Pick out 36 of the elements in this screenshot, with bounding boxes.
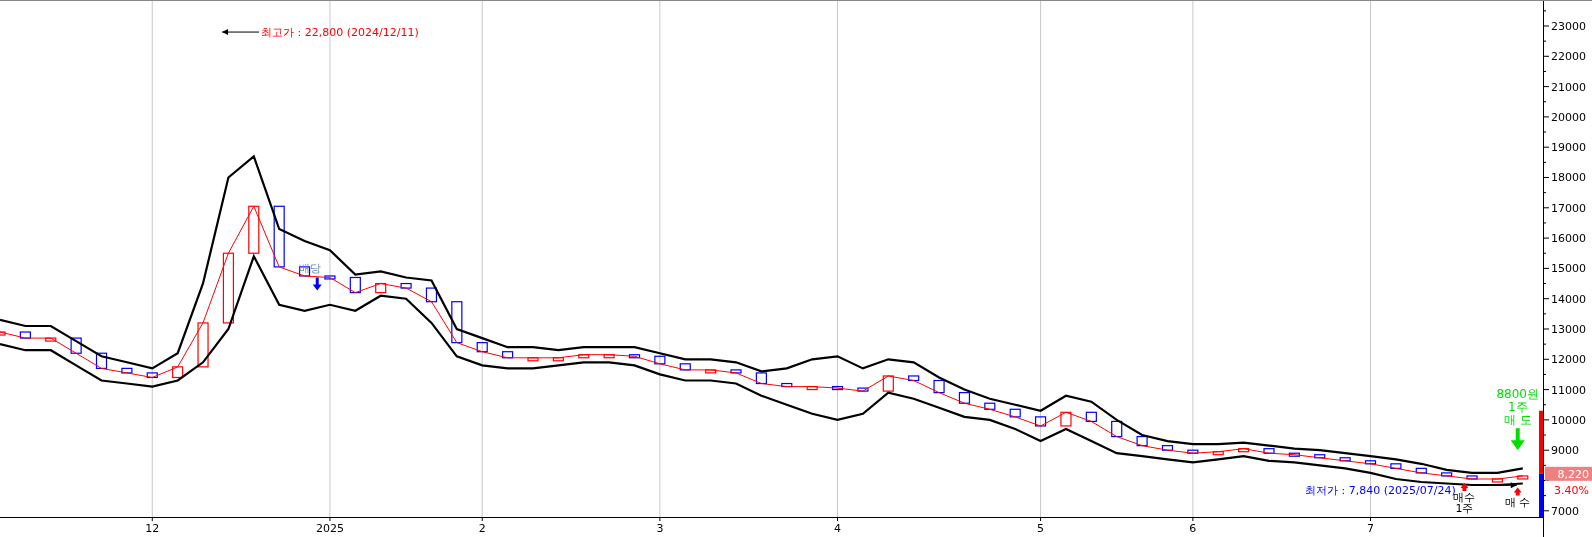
price-axis-label: 9000	[1551, 444, 1579, 458]
sell-signal-label: 매 도	[1503, 413, 1532, 428]
dividend-label: 배당	[299, 261, 322, 275]
price-axis-label: 7000	[1551, 504, 1579, 518]
date-axis-label: 2025	[315, 522, 344, 535]
sell-signal-label: 1주	[1507, 400, 1528, 415]
price-axis-label: 14000	[1551, 292, 1586, 306]
leader-arrow	[1478, 482, 1518, 489]
date-axis-label: 7	[1367, 522, 1374, 535]
current-price-tag: 8,220	[1545, 466, 1592, 481]
price-axis-label: 17000	[1551, 201, 1586, 215]
price-axis-label: 15000	[1551, 262, 1586, 276]
price-axis-label: 23000	[1551, 20, 1586, 33]
date-axis-label: 12	[145, 522, 160, 535]
price-axis-label: 13000	[1551, 323, 1586, 336]
price-axis-label: 22000	[1551, 50, 1586, 64]
down-arrow-icon	[312, 277, 322, 291]
change-percent-label: 3.40%	[1554, 483, 1589, 497]
leader-arrow	[221, 29, 260, 36]
buy-signal-label: 매 수	[1504, 495, 1531, 509]
date-axis-label: 6	[1189, 522, 1197, 535]
high-price-label: 최고가 : 22,800 (2024/12/11)	[261, 26, 419, 40]
price-axis-label: 11000	[1551, 383, 1586, 397]
price-axis-label: 19000	[1551, 141, 1586, 155]
date-axis-label: 2	[478, 522, 486, 535]
date-axis-label: 4	[834, 522, 842, 535]
price-axis-label: 12000	[1551, 353, 1586, 367]
sell-signal-label: 8800원	[1496, 387, 1539, 402]
buy-signal-label: 1주	[1455, 502, 1474, 516]
price-axis-label: 21000	[1551, 80, 1586, 94]
price-axis-label: 20000	[1551, 110, 1586, 124]
date-axis-label: 3	[656, 522, 664, 535]
date-axis-label: 5	[1037, 522, 1045, 535]
price-axis-label: 16000	[1551, 232, 1586, 246]
price-axis-label: 18000	[1551, 171, 1586, 185]
price-axis-label: 10000	[1551, 413, 1586, 427]
